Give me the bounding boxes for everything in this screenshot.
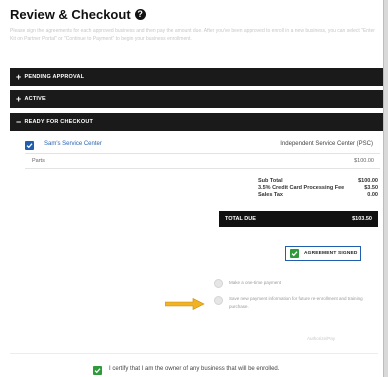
section-label: Pending Approval bbox=[24, 74, 85, 80]
total-due-bar: TOTAL DUE $103.50 bbox=[219, 211, 378, 227]
save-payment-radio[interactable] bbox=[214, 296, 223, 305]
section-pending-approval[interactable]: + Pending Approval bbox=[10, 68, 383, 86]
page-title: Review & Checkout ? bbox=[10, 7, 146, 22]
certify-label: I certify that I am the owner of any bus… bbox=[109, 366, 280, 372]
checkmark-icon bbox=[26, 143, 33, 149]
section-label: Active bbox=[24, 96, 46, 102]
vendor-name-link[interactable]: Sam's Service Center bbox=[44, 141, 102, 147]
vendor-type: Independent Service Center (PSC) bbox=[280, 141, 373, 147]
certify-checkbox[interactable] bbox=[93, 366, 102, 375]
order-summary: Sub Total $100.00 3.5% Credit Card Proce… bbox=[258, 178, 378, 199]
section-ready-for-checkout[interactable]: − Ready for Checkout bbox=[10, 113, 383, 131]
help-icon[interactable]: ? bbox=[134, 9, 146, 20]
checkmark-icon bbox=[94, 368, 101, 374]
processing-fee-row: 3.5% Credit Card Processing Fee $3.50 bbox=[258, 185, 378, 192]
line-item-label: Parts bbox=[32, 158, 45, 164]
vendor-checkbox[interactable] bbox=[25, 141, 34, 150]
one-time-payment-radio[interactable] bbox=[214, 279, 223, 288]
agreement-signed-label: AGREEMENT SIGNED bbox=[304, 251, 358, 256]
processing-fee-value: $3.50 bbox=[364, 185, 378, 191]
expand-icon: + bbox=[16, 94, 22, 104]
divider bbox=[10, 353, 378, 354]
sales-tax-row: Sales Tax 0.00 bbox=[258, 192, 378, 199]
total-due-label: TOTAL DUE bbox=[225, 216, 256, 222]
collapse-icon: − bbox=[16, 117, 22, 127]
subtotal-value: $100.00 bbox=[358, 178, 378, 184]
checkout-panel: Review & Checkout ? Please sign the agre… bbox=[0, 0, 384, 377]
line-item-amount: $100.00 bbox=[354, 158, 374, 164]
agreement-check-icon bbox=[290, 249, 299, 258]
section-label: Ready for Checkout bbox=[24, 119, 94, 125]
sales-tax-value: 0.00 bbox=[367, 192, 378, 198]
arrow-pointer-icon bbox=[165, 298, 205, 310]
save-payment-label: Save new payment information for future … bbox=[229, 296, 363, 309]
expand-icon: + bbox=[16, 72, 22, 82]
agreement-signed-button[interactable]: AGREEMENT SIGNED bbox=[285, 246, 361, 261]
subtotal-row: Sub Total $100.00 bbox=[258, 178, 378, 185]
checkout-instructions: Please sign the agreements for each appr… bbox=[10, 28, 375, 42]
page-title-text: Review & Checkout bbox=[10, 7, 131, 22]
authorize-pay-button[interactable]: Authorize/Pay bbox=[307, 336, 335, 341]
total-due-value: $103.50 bbox=[352, 216, 372, 222]
subtotal-label: Sub Total bbox=[258, 178, 283, 184]
section-active[interactable]: + Active bbox=[10, 90, 383, 108]
line-item-row: Parts $100.00 bbox=[25, 153, 380, 169]
processing-fee-label: 3.5% Credit Card Processing Fee bbox=[258, 185, 345, 191]
one-time-payment-label: Make a one-time payment bbox=[229, 280, 282, 285]
sales-tax-label: Sales Tax bbox=[258, 192, 283, 198]
